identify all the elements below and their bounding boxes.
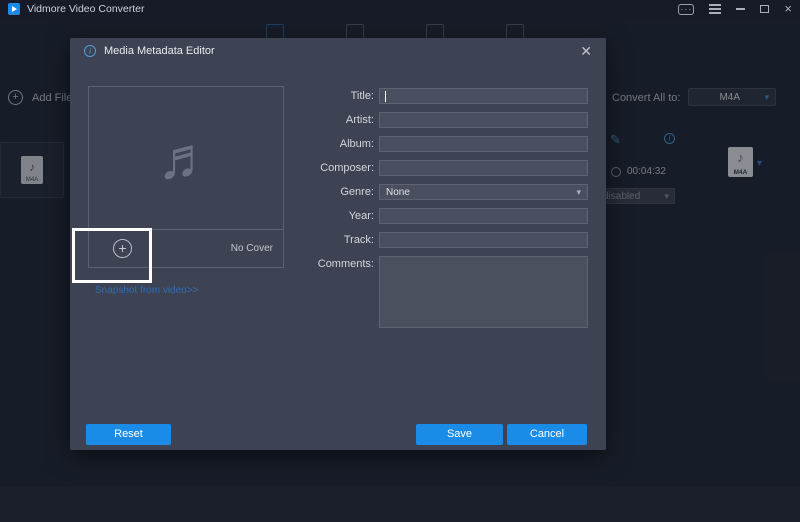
bottom-bar: Save to: C:\Vidmore\Vidmore Video Conver…: [0, 487, 800, 522]
form-row-comments: Comments:: [302, 256, 588, 328]
genre-dropdown[interactable]: None ▾: [379, 184, 588, 200]
form-row-track: Track:: [302, 232, 588, 248]
title-label: Title:: [302, 88, 374, 104]
comments-textarea[interactable]: [379, 256, 588, 328]
titlebar: Vidmore Video Converter ··· ×: [0, 0, 800, 18]
cover-placeholder: ♬: [89, 87, 283, 230]
music-note-icon: ♬: [157, 125, 215, 192]
info-icon: i: [84, 45, 96, 57]
form-row-year: Year:: [302, 208, 588, 224]
media-metadata-editor-dialog: i Media Metadata Editor ✕ ♬ + No Cover S…: [70, 38, 606, 450]
reset-button[interactable]: Reset: [86, 424, 171, 445]
menu-icon[interactable]: [709, 8, 721, 10]
composer-input[interactable]: [379, 160, 588, 176]
form-row-title: Title:: [302, 88, 588, 104]
title-input[interactable]: [379, 88, 588, 104]
year-label: Year:: [302, 208, 374, 224]
artist-label: Artist:: [302, 112, 374, 128]
no-cover-label: No Cover: [231, 243, 273, 254]
genre-label: Genre:: [302, 184, 374, 200]
minimize-icon[interactable]: [736, 8, 745, 10]
dialog-title: Media Metadata Editor: [104, 45, 215, 57]
year-input[interactable]: [379, 208, 588, 224]
comments-label: Comments:: [302, 256, 374, 272]
snapshot-from-video-link[interactable]: Snapshot from video>>: [95, 285, 198, 296]
close-window-icon[interactable]: ×: [784, 3, 792, 15]
track-input[interactable]: [379, 232, 588, 248]
dialog-header: i Media Metadata Editor ✕: [70, 38, 606, 64]
form-row-composer: Composer:: [302, 160, 588, 176]
genre-value: None: [386, 187, 576, 198]
album-label: Album:: [302, 136, 374, 152]
album-input[interactable]: [379, 136, 588, 152]
text-cursor: [385, 91, 386, 102]
metadata-form: Title: Artist: Album: Composer: Genre: N…: [302, 88, 588, 336]
highlight-annotation: [72, 228, 152, 283]
form-row-album: Album:: [302, 136, 588, 152]
maximize-icon[interactable]: [760, 5, 769, 13]
titlebar-controls: ··· ×: [678, 3, 792, 15]
artist-input[interactable]: [379, 112, 588, 128]
form-row-artist: Artist:: [302, 112, 588, 128]
composer-label: Composer:: [302, 160, 374, 176]
app-logo-icon: [8, 3, 20, 15]
chevron-down-icon: ▾: [576, 187, 581, 198]
save-button[interactable]: Save: [416, 424, 503, 445]
track-label: Track:: [302, 232, 374, 248]
app-title: Vidmore Video Converter: [27, 3, 145, 15]
app-window: Vidmore Video Converter ··· × + Add File…: [0, 0, 800, 522]
feedback-icon[interactable]: ···: [678, 4, 694, 15]
dialog-close-icon[interactable]: ✕: [580, 44, 592, 58]
cancel-button[interactable]: Cancel: [507, 424, 587, 445]
form-row-genre: Genre: None ▾: [302, 184, 588, 200]
